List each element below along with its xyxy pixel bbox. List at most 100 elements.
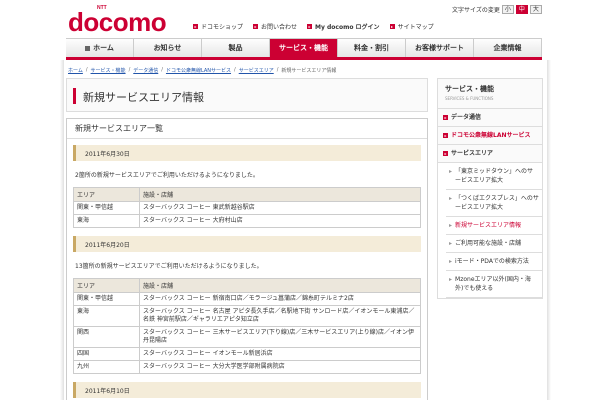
sidebar-subitem[interactable]: ▸ Mzoneエリア以外(国内・海外)でも使える xyxy=(446,271,542,298)
stores-cell: スターバックス コーヒー イオンモール新居浜店 xyxy=(139,347,421,361)
font-size-large-button[interactable]: 大 xyxy=(529,5,542,14)
tab-corporate[interactable]: 企業情報 xyxy=(474,39,542,57)
region-cell: 四国 xyxy=(73,347,140,361)
arrow-right-icon: ▸ xyxy=(253,24,259,29)
tab-news[interactable]: お知らせ xyxy=(134,39,202,57)
sidebar-subitem-label: Mzoneエリア以外(国内・海外)でも使える xyxy=(455,276,531,292)
contact-label: お問い合わせ xyxy=(261,24,298,31)
font-size-control: 文字サイズの変更 小 中 大 xyxy=(452,5,542,14)
sidebar: サービス・機能 SERVICES & FUNCTIONS ▸ データ通信 ▸ ド… xyxy=(437,78,543,299)
home-icon xyxy=(85,45,91,51)
column-header-stores: 施設・店舗 xyxy=(139,187,421,202)
sidebar-subitem-label: 新規サービスエリア情報 xyxy=(455,222,522,229)
region-cell: 九州 xyxy=(73,360,140,374)
sidebar-subitem-label: iモード・PDAでの検索方法 xyxy=(455,258,529,265)
sidebar-subitem-current[interactable]: ▸ 新規サービスエリア情報 xyxy=(446,217,542,235)
docomo-shop-label: ドコモショップ xyxy=(201,24,244,31)
tab-home[interactable]: ホーム xyxy=(66,39,134,57)
arrow-right-icon: ▸ xyxy=(443,115,448,120)
region-cell: 関東・甲信越 xyxy=(73,292,140,306)
font-size-medium-button[interactable]: 中 xyxy=(515,5,528,14)
site-header: docomo NTT 文字サイズの変更 小 中 大 ▸ ドコモショップ ▸ お問… xyxy=(0,0,610,38)
docomo-logo[interactable]: docomo xyxy=(68,9,167,35)
sidebar-title: サービス・機能 xyxy=(445,85,494,93)
sidebar-subitem[interactable]: ▸ iモード・PDAでの検索方法 xyxy=(446,253,542,271)
tab-pricing[interactable]: 料金・割引 xyxy=(338,39,406,57)
utility-links: ▸ ドコモショップ ▸ お問い合わせ ▸ My docomo ログイン ▸ サイ… xyxy=(193,22,434,31)
arrow-right-icon: ▸ xyxy=(443,151,448,156)
breadcrumb-data[interactable]: データ通信 xyxy=(133,67,158,74)
bullet-icon: ▸ xyxy=(449,240,453,247)
column-header-stores: 施設・店舗 xyxy=(139,278,421,293)
bullet-icon: ▸ xyxy=(449,168,453,175)
sidebar-subitem-label: 「つくばエクスプレス」へのサービスエリア拡大 xyxy=(455,195,539,211)
mydocomo-login-label: My docomo ログイン xyxy=(315,24,380,31)
sidebar-subitem[interactable]: ▸ ご利用可能な施設・店舗 xyxy=(446,235,542,253)
region-cell: 東海 xyxy=(73,214,140,228)
date-heading: 2011年6月20日 xyxy=(73,236,421,252)
table-row: 関西 スターバックス コーヒー 三木サービスエリア(下り線)店／三木サービスエリ… xyxy=(73,326,421,348)
table-row: 九州 スターバックス コーヒー 大分大学医学部附属病院店 xyxy=(73,360,421,374)
tab-services[interactable]: サービス・機能 xyxy=(270,39,338,57)
arrow-right-icon: ▸ xyxy=(443,133,448,138)
sidebar-subitem[interactable]: ▸ 「東京ミッドタウン」へのサービスエリア拡大 xyxy=(446,163,542,190)
font-size-label: 文字サイズの変更 xyxy=(452,7,500,14)
column-header-area: エリア xyxy=(73,187,140,202)
main-content: 新規サービスエリア情報 新規サービスエリア一覧 2011年6月30日 2箇所の新… xyxy=(66,78,428,400)
title-accent-bar xyxy=(73,88,76,104)
date-heading: 2011年6月10日 xyxy=(73,382,421,398)
date-heading: 2011年6月30日 xyxy=(73,145,421,161)
region-cell: 関東・甲信越 xyxy=(73,201,140,215)
sidebar-item-label: データ通信 xyxy=(451,114,482,121)
group-description: 2箇所の新規サービスエリアでご利用いただけるようになりました。 xyxy=(75,172,259,179)
sidebar-item-label: ドコモ公衆無線LANサービス xyxy=(451,132,531,139)
sidebar-subitem[interactable]: ▸ 「つくばエクスプレス」へのサービスエリア拡大 xyxy=(446,190,542,217)
sidebar-subitem-label: ご利用可能な施設・店舗 xyxy=(455,240,522,247)
arrow-right-icon: ▸ xyxy=(307,24,313,29)
table-row: 関東・甲信越 スターバックス コーヒー 新宿南口店／モラージュ菖蒲店／錦糸町テル… xyxy=(73,292,421,306)
table-header-row: エリア 施設・店舗 xyxy=(73,187,421,202)
area-list-section: 新規サービスエリア一覧 2011年6月30日 2箇所の新規サービスエリアでご利用… xyxy=(66,118,428,400)
stores-cell: スターバックス コーヒー 大府村山店 xyxy=(139,214,421,228)
breadcrumb-area[interactable]: サービスエリア xyxy=(239,67,274,74)
sidebar-item-data[interactable]: ▸ データ通信 xyxy=(438,109,542,127)
mydocomo-login-link[interactable]: ▸ My docomo ログイン xyxy=(307,22,380,31)
page-shadow-right xyxy=(547,60,551,400)
area-table: エリア 施設・店舗 関東・甲信越 スターバックス コーヒー 東武新越谷駅店 東海… xyxy=(73,187,421,228)
ntt-logo-text: NTT xyxy=(97,5,107,11)
bullet-icon: ▸ xyxy=(449,222,453,229)
region-cell: 関西 xyxy=(73,326,140,348)
global-nav: ホーム お知らせ 製品 サービス・機能 料金・割引 お客様サポート 企業情報 xyxy=(66,38,542,60)
bullet-icon: ▸ xyxy=(449,258,453,265)
breadcrumb: ホーム / サービス・機能 / データ通信 / ドコモ公衆無線LANサービス / サービ… xyxy=(68,67,337,74)
sidebar-subitem-label: 「東京ミッドタウン」へのサービスエリア拡大 xyxy=(455,168,534,184)
sidebar-sublist: ▸ 「東京ミッドタウン」へのサービスエリア拡大 ▸ 「つくばエクスプレス」へのサ… xyxy=(438,163,542,298)
contact-link[interactable]: ▸ お問い合わせ xyxy=(253,22,297,31)
sidebar-header: サービス・機能 SERVICES & FUNCTIONS xyxy=(438,79,542,109)
stores-cell: スターバックス コーヒー 名古屋 アピタ長久手店／名駅地下街 サンロード店／イオ… xyxy=(139,305,421,327)
page-title-box: 新規サービスエリア情報 xyxy=(66,78,428,112)
table-header-row: エリア 施設・店舗 xyxy=(73,278,421,293)
stores-cell: スターバックス コーヒー 東武新越谷駅店 xyxy=(139,201,421,215)
arrow-right-icon: ▸ xyxy=(193,24,198,29)
section-title: 新規サービスエリア一覧 xyxy=(67,119,427,139)
tab-support[interactable]: お客様サポート xyxy=(406,39,474,57)
breadcrumb-services[interactable]: サービス・機能 xyxy=(91,67,126,74)
breadcrumb-home[interactable]: ホーム xyxy=(68,67,83,74)
sidebar-item-wifi[interactable]: ▸ ドコモ公衆無線LANサービス xyxy=(438,127,542,145)
region-cell: 東海 xyxy=(73,305,140,327)
stores-cell: スターバックス コーヒー 新宿南口店／モラージュ菖蒲店／錦糸町テルミナ2店 xyxy=(139,292,421,306)
tab-products[interactable]: 製品 xyxy=(202,39,270,57)
sitemap-link[interactable]: ▸ サイトマップ xyxy=(389,22,434,31)
tab-home-label: ホーム xyxy=(93,44,114,52)
sidebar-item-label: サービスエリア xyxy=(451,150,494,157)
sidebar-item-area[interactable]: ▸ サービスエリア xyxy=(438,145,542,163)
breadcrumb-wifi[interactable]: ドコモ公衆無線LANサービス xyxy=(166,67,231,74)
table-row: 東海 スターバックス コーヒー 大府村山店 xyxy=(73,214,421,228)
bullet-icon: ▸ xyxy=(449,276,453,283)
page-title: 新規サービスエリア情報 xyxy=(83,91,204,104)
font-size-small-button[interactable]: 小 xyxy=(501,5,514,14)
docomo-shop-link[interactable]: ▸ ドコモショップ xyxy=(193,22,243,31)
group-description: 13箇所の新規サービスエリアでご利用いただけるようになりました。 xyxy=(75,263,263,270)
sidebar-subtitle: SERVICES & FUNCTIONS xyxy=(445,96,494,101)
